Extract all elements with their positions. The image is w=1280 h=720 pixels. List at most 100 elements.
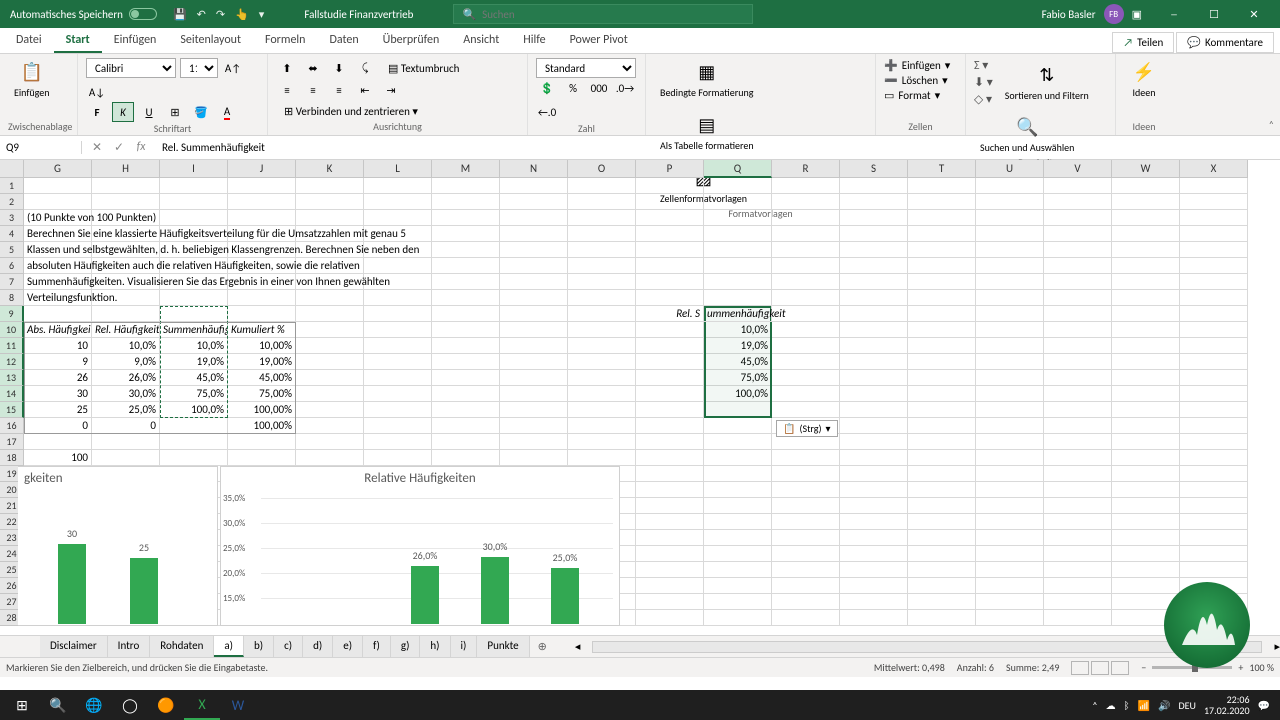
cell[interactable]: [908, 530, 976, 546]
zoom-in-icon[interactable]: +: [1238, 661, 1243, 674]
cell[interactable]: [840, 562, 908, 578]
cell[interactable]: [704, 514, 772, 530]
cell[interactable]: [1044, 322, 1112, 338]
align-middle-icon[interactable]: ⬌: [302, 58, 324, 78]
cell[interactable]: 45,0%: [704, 354, 772, 370]
page-break-icon[interactable]: [1111, 661, 1129, 675]
cell[interactable]: 19,0%: [704, 338, 772, 354]
col-header[interactable]: Q: [704, 160, 772, 178]
cell[interactable]: [704, 450, 772, 466]
language-indicator[interactable]: DEU: [1178, 699, 1195, 712]
cell[interactable]: [840, 194, 908, 210]
cell[interactable]: [636, 274, 704, 290]
sheet-tab[interactable]: a): [214, 636, 244, 657]
cell[interactable]: [840, 402, 908, 418]
cell[interactable]: [1180, 498, 1248, 514]
col-header[interactable]: O: [568, 160, 636, 178]
cell[interactable]: [1112, 546, 1180, 562]
cell[interactable]: 75,00%: [228, 386, 296, 402]
redo-icon[interactable]: ↷: [216, 8, 225, 21]
cancel-icon[interactable]: ✕: [88, 140, 106, 155]
cell[interactable]: [976, 594, 1044, 610]
cell[interactable]: [1180, 210, 1248, 226]
bold-button[interactable]: F: [86, 102, 108, 122]
volume-icon[interactable]: 🔊: [1158, 699, 1170, 712]
cell[interactable]: [296, 370, 364, 386]
cell[interactable]: 10,0%: [160, 338, 228, 354]
cell[interactable]: [1112, 178, 1180, 194]
cell[interactable]: [24, 194, 92, 210]
cell[interactable]: [1180, 274, 1248, 290]
cell[interactable]: [636, 594, 704, 610]
present-icon[interactable]: ▣: [1132, 8, 1142, 21]
cell[interactable]: [840, 466, 908, 482]
cell[interactable]: 0: [24, 418, 92, 434]
cell[interactable]: [772, 610, 840, 626]
align-top-icon[interactable]: ⬆: [276, 58, 298, 78]
worksheet[interactable]: GHIJKLMNOPQRSTUVWX 123456789101112131415…: [0, 160, 1280, 635]
cell[interactable]: [976, 610, 1044, 626]
row-header[interactable]: 16: [0, 418, 24, 434]
cell[interactable]: [1044, 610, 1112, 626]
cell[interactable]: [568, 322, 636, 338]
cell[interactable]: [704, 178, 772, 194]
cell[interactable]: [840, 338, 908, 354]
row-header[interactable]: 14: [0, 386, 24, 402]
cell[interactable]: [228, 194, 296, 210]
row-header[interactable]: 3: [0, 210, 24, 226]
cell[interactable]: [568, 290, 636, 306]
cell[interactable]: [500, 418, 568, 434]
cell[interactable]: [500, 194, 568, 210]
cell[interactable]: [364, 178, 432, 194]
cell[interactable]: [160, 210, 228, 226]
clock[interactable]: 22:06 17.02.2020: [1204, 694, 1250, 716]
cell[interactable]: [772, 242, 840, 258]
cell[interactable]: [772, 450, 840, 466]
cell[interactable]: [1180, 418, 1248, 434]
cell[interactable]: [908, 578, 976, 594]
merge-button[interactable]: ⊞ Verbinden und zentrieren ▾: [284, 105, 418, 118]
cell[interactable]: [1180, 450, 1248, 466]
cell[interactable]: [908, 194, 976, 210]
cell[interactable]: [1044, 418, 1112, 434]
cell[interactable]: [160, 418, 228, 434]
row-header[interactable]: 15: [0, 402, 24, 418]
col-header[interactable]: R: [772, 160, 840, 178]
cell[interactable]: [772, 178, 840, 194]
cell[interactable]: [772, 530, 840, 546]
cell[interactable]: Verteilungsfunktion.: [24, 290, 92, 306]
cell[interactable]: [1180, 482, 1248, 498]
sheet-tab[interactable]: f): [363, 636, 391, 657]
start-button[interactable]: ⊞: [4, 690, 40, 720]
cell[interactable]: [636, 322, 704, 338]
cell[interactable]: [432, 354, 500, 370]
delete-cells-button[interactable]: ➖Löschen ▾: [884, 73, 957, 88]
col-header[interactable]: P: [636, 160, 704, 178]
col-header[interactable]: W: [1112, 160, 1180, 178]
cell[interactable]: [24, 306, 92, 322]
cell[interactable]: [432, 290, 500, 306]
cell[interactable]: [432, 178, 500, 194]
cell[interactable]: [704, 498, 772, 514]
cell[interactable]: [636, 466, 704, 482]
cell[interactable]: [364, 322, 432, 338]
cell[interactable]: [296, 418, 364, 434]
cell[interactable]: [432, 402, 500, 418]
cell[interactable]: [908, 274, 976, 290]
cell[interactable]: [1044, 354, 1112, 370]
cell[interactable]: [840, 450, 908, 466]
cell[interactable]: 10,00%: [228, 338, 296, 354]
align-left-icon[interactable]: ≡: [276, 81, 298, 101]
cell[interactable]: [840, 482, 908, 498]
font-size[interactable]: 11: [180, 58, 218, 78]
tab-hilfe[interactable]: Hilfe: [511, 29, 557, 53]
currency-icon[interactable]: 💲: [536, 78, 558, 98]
cell[interactable]: 30: [24, 386, 92, 402]
zoom-out-icon[interactable]: −: [1141, 661, 1146, 674]
cell[interactable]: [228, 290, 296, 306]
cell[interactable]: [636, 546, 704, 562]
cell[interactable]: ummenhäufigkeit: [704, 306, 772, 322]
sheet-tab[interactable]: d): [303, 636, 333, 657]
cell[interactable]: [568, 306, 636, 322]
cell[interactable]: [704, 610, 772, 626]
